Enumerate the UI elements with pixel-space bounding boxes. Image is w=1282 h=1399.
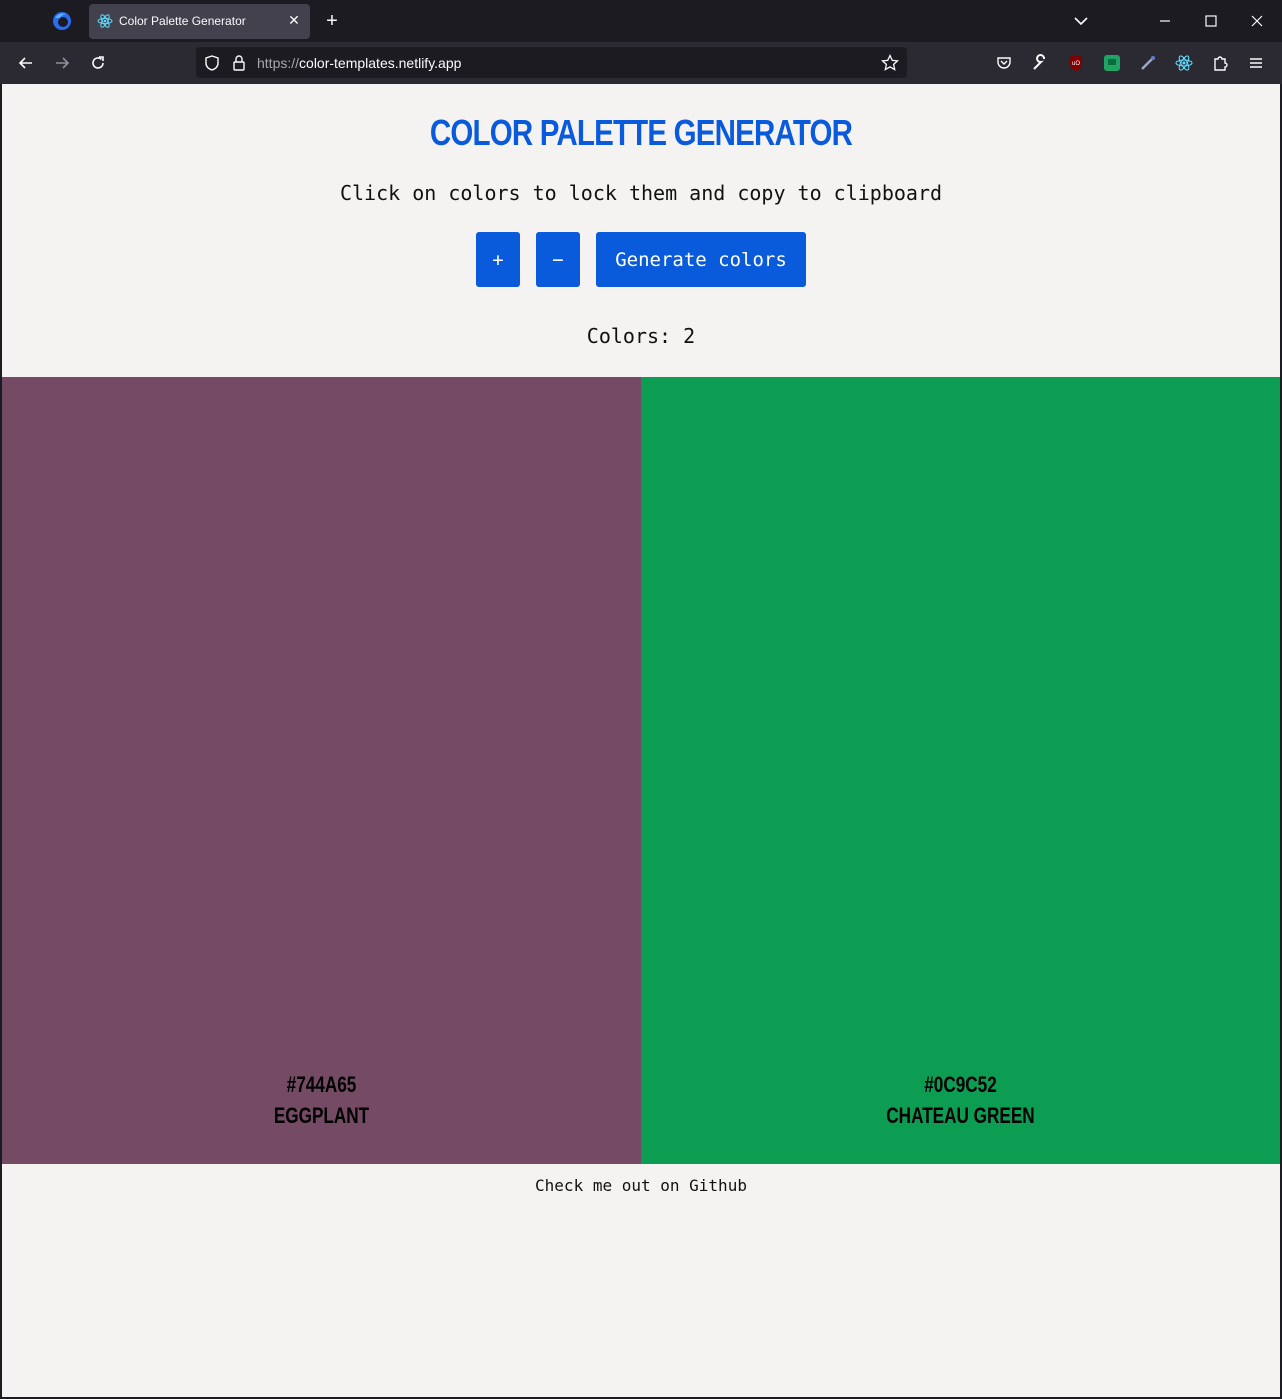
extensions-puzzle-icon[interactable] bbox=[1210, 53, 1230, 73]
color-count-label: Colors: bbox=[586, 324, 672, 348]
new-tab-icon[interactable]: + bbox=[321, 10, 343, 32]
maximize-icon[interactable] bbox=[1201, 11, 1221, 31]
remove-color-button[interactable]: − bbox=[536, 232, 580, 287]
wrench-icon[interactable] bbox=[1030, 53, 1050, 73]
color-palette: #744A65 Eggplant #0C9C52 Chateau Green bbox=[2, 377, 1280, 1164]
color-picker-icon[interactable] bbox=[1138, 53, 1158, 73]
swatch-hex-code: #0C9C52 bbox=[924, 1072, 997, 1097]
lock-icon[interactable] bbox=[229, 53, 249, 73]
active-tab[interactable]: Color Palette Generator ✕ bbox=[89, 4, 310, 39]
web-page: Color Palette Generator Click on colors … bbox=[2, 84, 1280, 1397]
svg-text:uO: uO bbox=[1072, 61, 1080, 67]
reload-icon[interactable] bbox=[88, 53, 108, 73]
chevron-down-icon[interactable] bbox=[1072, 12, 1090, 30]
url-text[interactable]: https://color-templates.netlify.app bbox=[257, 55, 461, 71]
back-arrow-icon[interactable] bbox=[16, 53, 36, 73]
close-window-icon[interactable] bbox=[1247, 11, 1267, 31]
color-swatch[interactable]: #0C9C52 Chateau Green bbox=[641, 377, 1280, 1164]
url-host: color-templates.netlify.app bbox=[299, 55, 462, 71]
ublock-origin-icon[interactable]: uO bbox=[1066, 53, 1086, 73]
tab-title: Color Palette Generator bbox=[119, 14, 246, 28]
green-extension-icon[interactable] bbox=[1102, 53, 1122, 73]
page-subtitle: Click on colors to lock them and copy to… bbox=[339, 181, 943, 205]
pocket-icon[interactable] bbox=[994, 53, 1014, 73]
color-count-value: 2 bbox=[683, 324, 696, 348]
forward-arrow-icon[interactable] bbox=[52, 53, 72, 73]
hamburger-menu-icon[interactable] bbox=[1246, 53, 1266, 73]
swatch-color-name: Chateau Green bbox=[886, 1103, 1035, 1128]
tab-close-icon[interactable]: ✕ bbox=[286, 12, 302, 28]
swatch-hex-code: #744A65 bbox=[286, 1072, 357, 1097]
url-scheme: https:// bbox=[257, 55, 300, 71]
github-link[interactable]: Check me out on Github bbox=[2, 1176, 1280, 1195]
react-favicon-icon bbox=[97, 14, 113, 28]
page-title: Color Palette Generator bbox=[429, 112, 853, 153]
swatch-color-name: Eggplant bbox=[273, 1103, 370, 1128]
tab-strip: Color Palette Generator ✕ + bbox=[0, 0, 1282, 42]
shield-icon[interactable] bbox=[202, 53, 222, 73]
generate-colors-button[interactable]: Generate colors bbox=[596, 232, 806, 287]
color-count: Colors: 2 bbox=[2, 324, 1280, 348]
add-color-button[interactable]: + bbox=[476, 232, 520, 287]
react-devtools-icon[interactable] bbox=[1174, 53, 1194, 73]
address-bar[interactable]: https://color-templates.netlify.app bbox=[196, 47, 907, 78]
color-swatch[interactable]: #744A65 Eggplant bbox=[2, 377, 641, 1164]
minimize-icon[interactable] bbox=[1155, 11, 1175, 31]
navigation-toolbar: https://color-templates.netlify.app uO bbox=[0, 42, 1282, 84]
firefox-logo-icon[interactable] bbox=[51, 10, 73, 32]
bookmark-star-icon[interactable] bbox=[880, 53, 900, 73]
